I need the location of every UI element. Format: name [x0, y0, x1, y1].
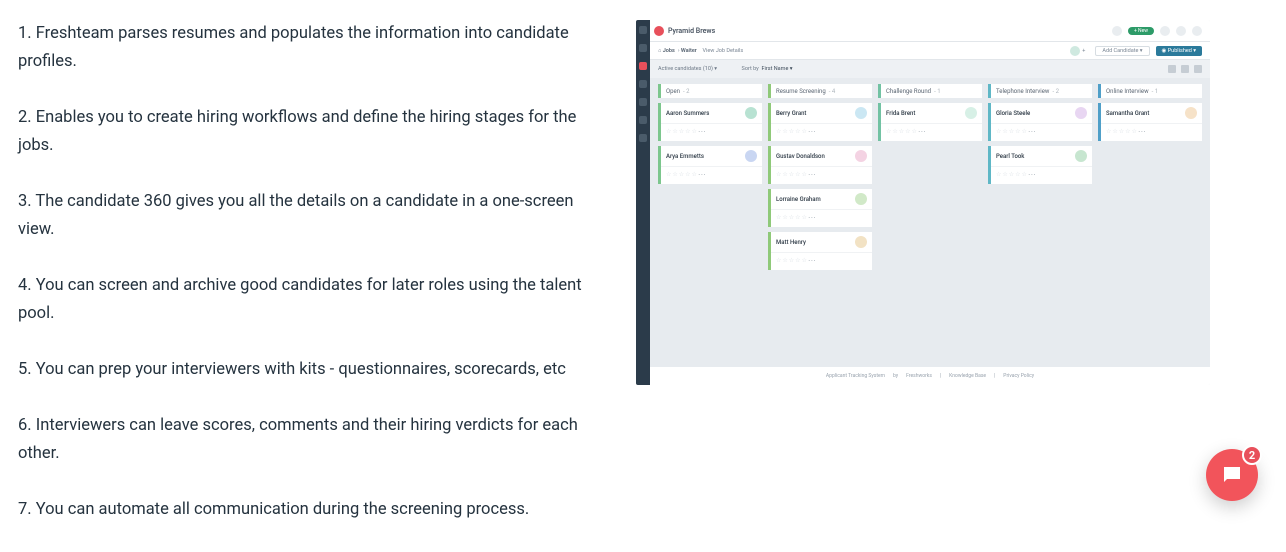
new-button[interactable]: + New: [1128, 27, 1154, 35]
rating-stars[interactable]: ☆☆☆☆☆: [776, 128, 808, 135]
card-more-icon[interactable]: ⋯: [1138, 127, 1146, 136]
nav-icon[interactable]: [639, 116, 647, 124]
card-more-icon[interactable]: ⋯: [1028, 170, 1036, 179]
card-more-icon[interactable]: ⋯: [698, 170, 706, 179]
add-candidate-button[interactable]: Add Candidate ▾: [1095, 46, 1149, 56]
kanban-board: Open - 2 Aaron Summers☆☆☆☆☆⋯ Arya Emmetts☆…: [650, 78, 1210, 367]
brand-icon: [654, 26, 664, 36]
card-more-icon[interactable]: ⋯: [808, 213, 816, 222]
candidate-card[interactable]: Berry Grant☆☆☆☆☆⋯: [768, 103, 872, 141]
column-header[interactable]: Online Interview - 1: [1098, 84, 1202, 98]
candidate-card[interactable]: Matt Henry☆☆☆☆☆⋯: [768, 232, 872, 270]
footer-by: by: [893, 373, 898, 379]
card-more-icon[interactable]: ⋯: [918, 127, 926, 136]
feature-item: 3. The candidate 360 gives you all the d…: [18, 188, 608, 244]
feature-item: 6. Interviewers can leave scores, commen…: [18, 412, 608, 468]
sort-label: Sort by: [742, 66, 759, 72]
published-button[interactable]: ◉ Published ▾: [1156, 46, 1202, 56]
avatar: [855, 107, 867, 119]
candidate-card[interactable]: Samantha Grant☆☆☆☆☆⋯: [1098, 103, 1202, 141]
card-more-icon[interactable]: ⋯: [808, 170, 816, 179]
rating-stars[interactable]: ☆☆☆☆☆: [776, 171, 808, 178]
search-icon[interactable]: [1112, 26, 1122, 36]
nav-icon[interactable]: [639, 134, 647, 142]
avatar: [855, 236, 867, 248]
active-candidates-filter[interactable]: Active candidates (10) ▾: [658, 66, 717, 72]
avatar: [1075, 150, 1087, 162]
avatar: [1075, 107, 1087, 119]
top-bar: Pyramid Brews + New: [650, 20, 1210, 42]
footer-brand[interactable]: Freshworks: [906, 373, 932, 379]
candidate-card[interactable]: Gloria Steele☆☆☆☆☆⋯: [988, 103, 1092, 141]
chat-fab[interactable]: 2: [1206, 449, 1258, 501]
crumb-sep: ›: [678, 48, 680, 54]
avatar: [965, 107, 977, 119]
rating-stars[interactable]: ☆☆☆☆☆: [666, 128, 698, 135]
feature-item: 4. You can screen and archive good candi…: [18, 272, 608, 328]
notifications-icon[interactable]: [1176, 26, 1186, 36]
avatar: [855, 193, 867, 205]
column-header[interactable]: Telephone Interview - 2: [988, 84, 1092, 98]
feature-item: 5. You can prep your interviewers with k…: [18, 356, 608, 384]
assignee-avatar[interactable]: [1070, 46, 1080, 56]
nav-icon[interactable]: [639, 98, 647, 106]
feature-item: 1. Freshteam parses resumes and populate…: [18, 20, 608, 76]
avatar: [855, 150, 867, 162]
avatar: [1185, 107, 1197, 119]
feature-item: 2. Enables you to create hiring workflow…: [18, 104, 608, 160]
filter-icon[interactable]: [1181, 65, 1189, 73]
avatar[interactable]: [1192, 26, 1202, 36]
nav-icon[interactable]: [639, 80, 647, 88]
rating-stars[interactable]: ☆☆☆☆☆: [996, 128, 1028, 135]
footer-kb[interactable]: Knowledge Base: [949, 373, 986, 379]
home-icon[interactable]: ⌂: [658, 48, 661, 54]
side-nav: [636, 20, 650, 385]
nav-icon[interactable]: [639, 44, 647, 52]
footer-privacy[interactable]: Privacy Policy: [1003, 373, 1034, 379]
candidate-card[interactable]: Frida Brent☆☆☆☆☆⋯: [878, 103, 982, 141]
rating-stars[interactable]: ☆☆☆☆☆: [666, 171, 698, 178]
card-more-icon[interactable]: ⋯: [698, 127, 706, 136]
breadcrumb: ⌂ Jobs › Waiter View Job Details + Add C…: [650, 42, 1210, 60]
filter-row: Active candidates (10) ▾ Sort by First N…: [650, 60, 1210, 78]
rating-stars[interactable]: ☆☆☆☆☆: [1106, 128, 1138, 135]
app-screenshot: Pyramid Brews + New ⌂ Jobs › Waiter View…: [636, 20, 1210, 385]
avatar: [745, 107, 757, 119]
crumb-role[interactable]: Waiter: [681, 48, 697, 54]
help-icon[interactable]: [1160, 26, 1170, 36]
chat-icon: [1220, 463, 1244, 487]
add-assignee-icon[interactable]: +: [1082, 48, 1085, 54]
footer: Applicant Tracking System by Freshworks …: [650, 367, 1210, 385]
nav-icon[interactable]: [639, 26, 647, 34]
more-icon[interactable]: [1194, 65, 1202, 73]
rating-stars[interactable]: ☆☆☆☆☆: [776, 257, 808, 264]
view-toggle-icon[interactable]: [1168, 65, 1176, 73]
feature-list: 1. Freshteam parses resumes and populate…: [18, 20, 608, 552]
candidate-card[interactable]: Arya Emmetts☆☆☆☆☆⋯: [658, 146, 762, 184]
chat-badge: 2: [1242, 445, 1262, 465]
sort-value[interactable]: First Name ▾: [762, 66, 793, 72]
footer-ats[interactable]: Applicant Tracking System: [826, 373, 885, 379]
rating-stars[interactable]: ☆☆☆☆☆: [996, 171, 1028, 178]
nav-icon-active[interactable]: [639, 62, 647, 70]
feature-item: 7. You can automate all communication du…: [18, 496, 608, 524]
brand-name: Pyramid Brews: [668, 27, 715, 35]
candidate-card[interactable]: Gustav Donaldson☆☆☆☆☆⋯: [768, 146, 872, 184]
column-header[interactable]: Resume Screening - 4: [768, 84, 872, 98]
candidate-card[interactable]: Pearl Took☆☆☆☆☆⋯: [988, 146, 1092, 184]
view-job-details-link[interactable]: View Job Details: [703, 48, 744, 54]
card-more-icon[interactable]: ⋯: [1028, 127, 1036, 136]
avatar: [745, 150, 757, 162]
card-more-icon[interactable]: ⋯: [808, 127, 816, 136]
candidate-card[interactable]: Lorraine Graham☆☆☆☆☆⋯: [768, 189, 872, 227]
column-header[interactable]: Open - 2: [658, 84, 762, 98]
rating-stars[interactable]: ☆☆☆☆☆: [776, 214, 808, 221]
rating-stars[interactable]: ☆☆☆☆☆: [886, 128, 918, 135]
column-header[interactable]: Challenge Round - 1: [878, 84, 982, 98]
card-more-icon[interactable]: ⋯: [808, 256, 816, 265]
candidate-card[interactable]: Aaron Summers☆☆☆☆☆⋯: [658, 103, 762, 141]
crumb-jobs[interactable]: Jobs: [663, 48, 675, 54]
